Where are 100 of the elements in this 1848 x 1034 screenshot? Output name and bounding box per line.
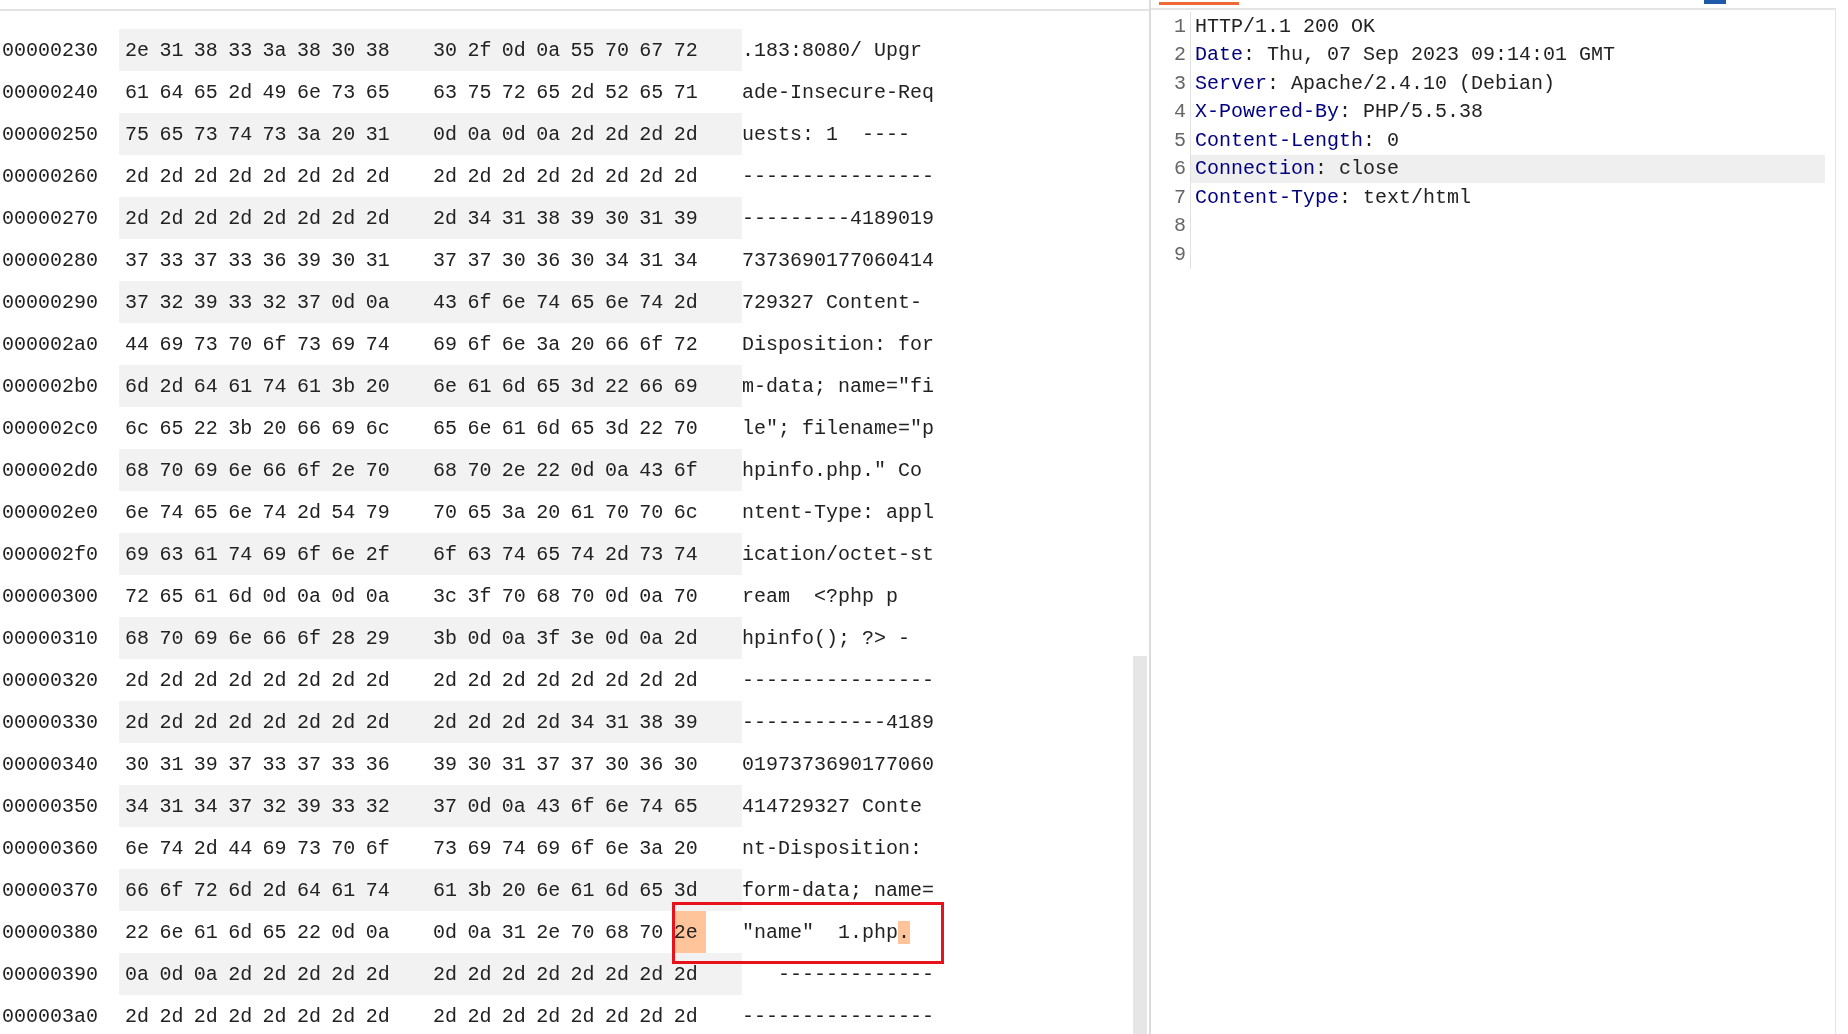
hex-bytes: 2d 2d 2d 2d 2d 2d 2d 2d xyxy=(432,961,699,988)
offset-label: 00000330 xyxy=(1,710,99,734)
hex-bytes: 6f 63 74 65 74 2d 73 74 xyxy=(432,541,699,568)
header-line: Server: Apache/2.4.10 (Debian) xyxy=(1195,71,1556,95)
ascii-text: 0197373690177060 xyxy=(742,752,935,776)
ascii-text: ntent-Type: appl xyxy=(742,500,935,524)
hex-bytes: 65 6e 61 6d 65 3d 22 70 xyxy=(432,415,699,442)
offset-label: 00000240 xyxy=(1,80,99,104)
offset-label: 000002b0 xyxy=(1,374,99,398)
hex-bytes: 75 65 73 74 73 3a 20 31 xyxy=(124,121,391,148)
offset-label: 00000280 xyxy=(1,248,99,272)
hex-bytes: 2d 2d 2d 2d 2d 2d 2d 2d xyxy=(124,163,391,190)
line-number: 8 xyxy=(1151,211,1191,240)
offset-label: 00000290 xyxy=(1,290,99,314)
line-number: 4 xyxy=(1151,97,1191,126)
hex-bytes: 61 64 65 2d 49 6e 73 65 xyxy=(124,79,391,106)
hex-bytes: 68 70 2e 22 0d 0a 43 6f xyxy=(432,457,699,484)
hex-bytes: 37 37 30 36 30 34 31 34 xyxy=(432,247,699,274)
hex-bytes: 2d 34 31 38 39 30 31 39 xyxy=(432,205,699,232)
hex-bytes: 0d 0a 0d 0a 2d 2d 2d 2d xyxy=(432,121,699,148)
hex-bytes: 61 3b 20 6e 61 6d 65 3d xyxy=(432,877,699,904)
hex-bytes: 37 33 37 33 36 39 30 31 xyxy=(124,247,391,274)
ascii-text: ---------4189019 xyxy=(742,206,935,230)
offset-label: 000002d0 xyxy=(1,458,99,482)
header-line: Connection: close xyxy=(1195,157,1400,181)
hex-bytes: 70 65 3a 20 61 70 70 6c xyxy=(432,499,699,526)
offset-label: 00000260 xyxy=(1,164,99,188)
ascii-text: hpinfo.php." Co xyxy=(742,458,923,482)
scrollbar-thumb[interactable] xyxy=(1133,656,1147,1034)
hex-bytes: 2d 2d 2d 2d 34 31 38 39 xyxy=(432,709,699,736)
ascii-text: 7373690177060414 xyxy=(742,248,935,272)
ascii-text: nt-Disposition: xyxy=(742,836,923,860)
ascii-text: ---------------- xyxy=(742,1004,935,1028)
ascii-text: ication/octet-st xyxy=(742,542,935,566)
hex-bytes: 3b 0d 0a 3f 3e 0d 0a 2d xyxy=(432,625,699,652)
hex-bytes: 2d 2d 2d 2d 2d 2d 2d 2d xyxy=(124,1003,391,1030)
hex-bytes: 43 6f 6e 74 65 6e 74 2d xyxy=(432,289,699,316)
hex-bytes: 3c 3f 70 68 70 0d 0a 70 xyxy=(432,583,699,610)
hex-bytes: 0a 0d 0a 2d 2d 2d 2d 2d xyxy=(124,961,391,988)
line-number: 7 xyxy=(1151,183,1191,212)
hex-bytes: 6e 74 2d 44 69 73 70 6f xyxy=(124,835,391,862)
hex-bytes: 0d 0a 31 2e 70 68 70 2e xyxy=(431,911,742,953)
offset-label: 000003a0 xyxy=(1,1004,99,1028)
hex-bytes: 2d 2d 2d 2d 2d 2d 2d 2d xyxy=(432,1003,699,1030)
ascii-text: uests: 1 ---- xyxy=(742,122,911,146)
ascii-text: ---------------- xyxy=(742,668,935,692)
hex-bytes: 69 63 61 74 69 6f 6e 2f xyxy=(124,541,391,568)
offset-label: 00000390 xyxy=(1,962,99,986)
hex-bytes: 2d 2d 2d 2d 2d 2d 2d 2d xyxy=(124,709,391,736)
offset-label: 00000370 xyxy=(1,878,99,902)
hex-bytes: 63 75 72 65 2d 52 65 71 xyxy=(432,79,699,106)
ascii-text: le"; filename="p xyxy=(742,416,935,440)
hex-bytes: 37 0d 0a 43 6f 6e 74 65 xyxy=(432,793,699,820)
line-number: 5 xyxy=(1151,126,1191,155)
offset-label: 000002c0 xyxy=(1,416,99,440)
offset-label: 00000340 xyxy=(1,752,99,776)
ascii-text: ream <?php p xyxy=(742,584,899,608)
header-line: X-Powered-By: PHP/5.5.38 xyxy=(1195,100,1484,124)
ascii-text: ade-Insecure-Req xyxy=(742,80,935,104)
hex-bytes: 6e 61 6d 65 3d 22 66 69 xyxy=(432,373,699,400)
line-number: 2 xyxy=(1151,40,1191,69)
line-number: 3 xyxy=(1151,69,1191,98)
hex-bytes: 68 70 69 6e 66 6f 2e 70 xyxy=(124,457,391,484)
hex-bytes: 6c 65 22 3b 20 66 69 6c xyxy=(124,415,391,442)
offset-label: 00000230 xyxy=(1,38,99,62)
hex-bytes: 2d 2d 2d 2d 2d 2d 2d 2d xyxy=(124,667,391,694)
hex-bytes: 2d 2d 2d 2d 2d 2d 2d 2d xyxy=(124,205,391,232)
offset-label: 00000350 xyxy=(1,794,99,818)
ascii-text: ------------4189 xyxy=(742,710,935,734)
ascii-text: Disposition: for xyxy=(742,332,935,356)
hex-bytes: 2d 2d 2d 2d 2d 2d 2d 2d xyxy=(432,163,699,190)
header-line: Content-Type: text/html xyxy=(1195,185,1472,209)
hex-bytes: 37 32 39 33 32 37 0d 0a xyxy=(124,289,391,316)
hex-bytes: 72 65 61 6d 0d 0a 0d 0a xyxy=(124,583,391,610)
line-number: 1 xyxy=(1151,12,1191,41)
offset-label: 00000360 xyxy=(1,836,99,860)
toolbar-marker xyxy=(1704,0,1726,4)
hex-bytes: 22 6e 61 6d 65 22 0d 0a xyxy=(124,919,391,946)
offset-label: 00000380 xyxy=(1,920,99,944)
offset-label: 00000300 xyxy=(1,584,99,608)
hex-bytes: 44 69 73 70 6f 73 69 74 xyxy=(124,331,391,358)
hex-bytes: 30 31 39 37 33 37 33 36 xyxy=(124,751,391,778)
hex-bytes: 69 6f 6e 3a 20 66 6f 72 xyxy=(432,331,699,358)
offset-label: 000002a0 xyxy=(1,332,99,356)
offset-label: 000002e0 xyxy=(1,500,99,524)
hex-bytes: 66 6f 72 6d 2d 64 61 74 xyxy=(124,877,391,904)
offset-label: 000002f0 xyxy=(1,542,99,566)
line-number: 9 xyxy=(1151,240,1191,269)
ascii-text: form-data; name= xyxy=(742,878,935,902)
ascii-text: ---------------- xyxy=(742,164,935,188)
ascii-text: 414729327 Conte xyxy=(742,794,923,818)
hex-bytes: 34 31 34 37 32 39 33 32 xyxy=(124,793,391,820)
hex-bytes: 2d 2d 2d 2d 2d 2d 2d 2d xyxy=(432,667,699,694)
ascii-text: hpinfo(); ?> - xyxy=(742,626,911,650)
hex-bytes: 30 2f 0d 0a 55 70 67 72 xyxy=(432,37,699,64)
ascii-text: 729327 Content- xyxy=(742,290,923,314)
offset-label: 00000250 xyxy=(1,122,99,146)
hex-bytes: 39 30 31 37 37 30 36 30 xyxy=(432,751,699,778)
hex-bytes: 73 69 74 69 6f 6e 3a 20 xyxy=(432,835,699,862)
hex-bytes: 68 70 69 6e 66 6f 28 29 xyxy=(124,625,391,652)
